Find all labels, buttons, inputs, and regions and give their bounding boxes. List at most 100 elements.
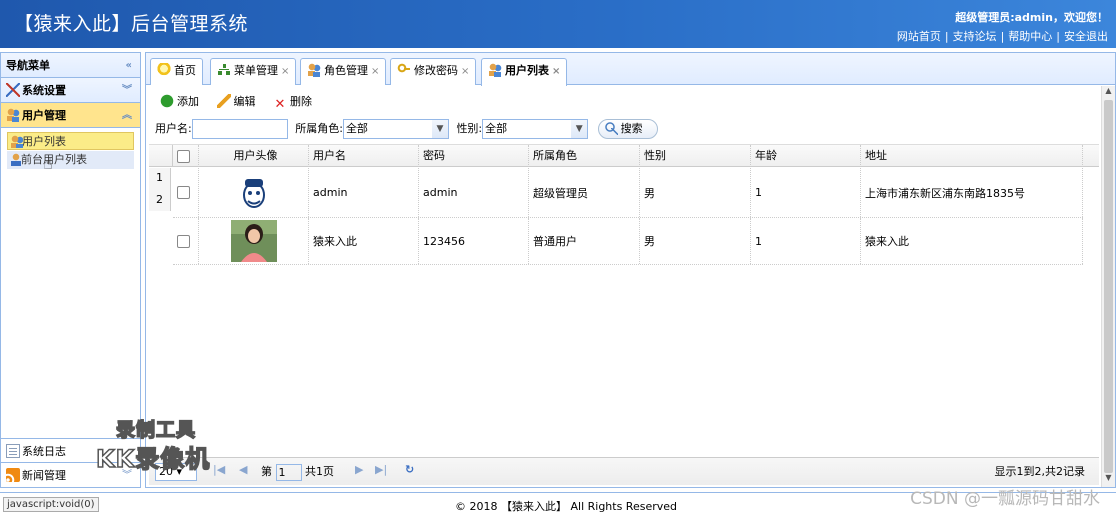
add-icon <box>160 94 174 108</box>
row-number: 2 <box>149 188 171 211</box>
scroll-thumb[interactable] <box>1104 100 1113 473</box>
sidebar-section-user-management[interactable]: 用户管理 ︽ <box>1 103 140 128</box>
recorder-watermark-line2: KK录像机 <box>95 444 211 474</box>
table-row[interactable]: 猿来入此 123456 普通用户 男 1 猿来入此 <box>173 218 1083 265</box>
sidebar-title: 导航菜单 « <box>1 53 140 78</box>
link-site-home[interactable]: 网站首页 <box>897 30 941 43</box>
tab-user-list[interactable]: 用户列表 × <box>481 58 568 86</box>
link-help-center[interactable]: 帮助中心 <box>1008 30 1052 43</box>
cell-address: 上海市浦东新区浦东南路1835号 <box>861 168 1083 217</box>
sex-select[interactable]: 全部 ▼ <box>482 119 589 139</box>
app-title: 【猿来入此】后台管理系统 <box>14 13 249 35</box>
col-avatar[interactable]: 用户头像 <box>199 145 309 167</box>
girl-photo-avatar <box>230 220 277 262</box>
bulb-icon <box>157 63 171 77</box>
hand-cursor-icon: ☝ <box>43 154 53 173</box>
scroll-up-icon[interactable]: ▲ <box>1102 86 1115 100</box>
users-icon <box>307 63 321 77</box>
user-icon <box>9 153 22 166</box>
col-sex[interactable]: 性别 <box>640 145 751 167</box>
chevron-down-icon: ▼ <box>571 120 588 138</box>
close-icon[interactable]: × <box>371 66 379 77</box>
sidebar-item-frontend-user-list[interactable]: 前台用户列表 ☝ <box>7 151 134 173</box>
cell-password: admin <box>419 168 529 217</box>
username-input[interactable] <box>191 119 288 139</box>
pager-summary: 显示1到2,共2记录 <box>994 465 1086 478</box>
table-row[interactable]: admin admin 超级管理员 男 1 上海市浦东新区浦东南路1835号 <box>173 168 1083 218</box>
cell-age: 1 <box>751 168 861 217</box>
delete-button[interactable]: ✕ 删除 <box>273 93 312 112</box>
link-logout[interactable]: 安全退出 <box>1064 30 1108 43</box>
col-username[interactable]: 用户名 <box>309 145 419 167</box>
add-button[interactable]: 添加 <box>160 93 199 109</box>
grid-header: 用户头像 用户名 密码 所属角色 性别 年龄 地址 <box>149 145 1099 167</box>
last-page-icon[interactable]: ▶| <box>375 463 387 476</box>
collapse-sidebar-icon[interactable]: « <box>126 53 132 78</box>
row-checkbox[interactable] <box>177 186 190 199</box>
col-role[interactable]: 所属角色 <box>529 145 640 167</box>
monkey-logo-avatar <box>242 178 265 208</box>
tab-role-management[interactable]: 角色管理 × <box>300 58 387 85</box>
edit-button[interactable]: 编辑 <box>216 93 256 109</box>
cell-sex: 男 <box>640 168 751 217</box>
cell-username: 猿来入此 <box>309 218 419 264</box>
refresh-icon[interactable]: ↻ <box>405 463 414 476</box>
cell-sex: 男 <box>640 218 751 264</box>
role-select[interactable]: 全部 ▼ <box>342 119 449 139</box>
close-icon[interactable]: × <box>461 66 469 77</box>
log-icon <box>6 444 20 458</box>
status-url: javascript:void(0) <box>3 497 99 512</box>
avatar-cell <box>199 218 309 264</box>
cell-username: admin <box>309 168 419 217</box>
pencil-icon <box>216 94 231 108</box>
tab-change-password[interactable]: 修改密码 × <box>390 58 477 85</box>
users-icon <box>6 108 20 122</box>
link-support-forum[interactable]: 支持论坛 <box>953 30 997 43</box>
select-all-checkbox[interactable] <box>177 149 190 163</box>
search-icon <box>604 122 618 135</box>
main-panel: 首页 菜单管理 × 角色管理 × 修改密码 × 用户列表 × 添加 编辑 ✕ 删除 用户名… <box>145 52 1116 488</box>
pagination-bar: 20 ▾ |◀ ◀ 第 1 共1页 ▶ ▶| ↻ 显示1到2,共2记录 <box>149 457 1099 485</box>
user-management-panel: 用户列表 前台用户列表 ☝ <box>1 128 140 445</box>
user-greeting: 超级管理员:admin，欢迎您！ <box>955 11 1108 24</box>
tab-home[interactable]: 首页 <box>150 58 203 85</box>
first-page-icon[interactable]: |◀ <box>213 463 225 476</box>
col-password[interactable]: 密码 <box>419 145 529 167</box>
row-number: 1 <box>149 168 171 188</box>
csdn-watermark: CSDN @一瓢源码甘甜水 <box>910 489 1100 509</box>
collapse-icon: ︽ <box>122 110 132 121</box>
prev-page-icon[interactable]: ◀ <box>239 463 247 476</box>
cell-role: 超级管理员 <box>529 168 640 217</box>
rss-icon <box>6 468 20 482</box>
scroll-down-icon[interactable]: ▼ <box>1102 473 1115 487</box>
close-icon[interactable]: × <box>552 66 560 77</box>
tab-strip: 首页 菜单管理 × 角色管理 × 修改密码 × 用户列表 × <box>146 53 1115 86</box>
page-input[interactable]: 1 <box>275 463 302 481</box>
grid-toolbar: 添加 编辑 ✕ 删除 <box>160 93 326 111</box>
next-page-icon[interactable]: ▶ <box>355 463 363 476</box>
users-icon <box>10 135 23 148</box>
cell-password: 123456 <box>419 218 529 264</box>
close-icon[interactable]: × <box>281 66 289 77</box>
col-address[interactable]: 地址 <box>861 145 1083 167</box>
vertical-scrollbar[interactable]: ▲ ▼ <box>1101 86 1115 487</box>
col-age[interactable]: 年龄 <box>751 145 861 167</box>
search-filters: 用户名: 所属角色: 全部 ▼ 性别: 全部 ▼ 搜索 <box>155 119 658 139</box>
chevron-down-icon: ▼ <box>431 120 448 138</box>
tab-menu-management[interactable]: 菜单管理 × <box>210 58 297 85</box>
row-checkbox[interactable] <box>177 234 190 248</box>
select-all-checkbox-cell <box>173 145 199 167</box>
search-button[interactable]: 搜索 <box>597 119 658 139</box>
tools-icon <box>6 83 20 97</box>
delete-icon: ✕ <box>274 97 286 112</box>
key-icon <box>397 63 411 77</box>
user-grid: 用户头像 用户名 密码 所属角色 性别 年龄 地址 1 2 admin admi… <box>149 144 1099 453</box>
sidebar-item-user-list[interactable]: 用户列表 <box>7 132 134 150</box>
cell-age: 1 <box>751 218 861 264</box>
expand-icon: ︾ <box>122 85 132 96</box>
cell-role: 普通用户 <box>529 218 640 264</box>
cell-address: 猿来入此 <box>861 218 1083 264</box>
app-header: 【猿来入此】后台管理系统 超级管理员:admin，欢迎您！ 网站首页 | 支持论坛 |… <box>0 0 1116 48</box>
sidebar-section-system-settings[interactable]: 系统设置 ︾ <box>1 78 140 103</box>
avatar-cell <box>199 168 309 217</box>
